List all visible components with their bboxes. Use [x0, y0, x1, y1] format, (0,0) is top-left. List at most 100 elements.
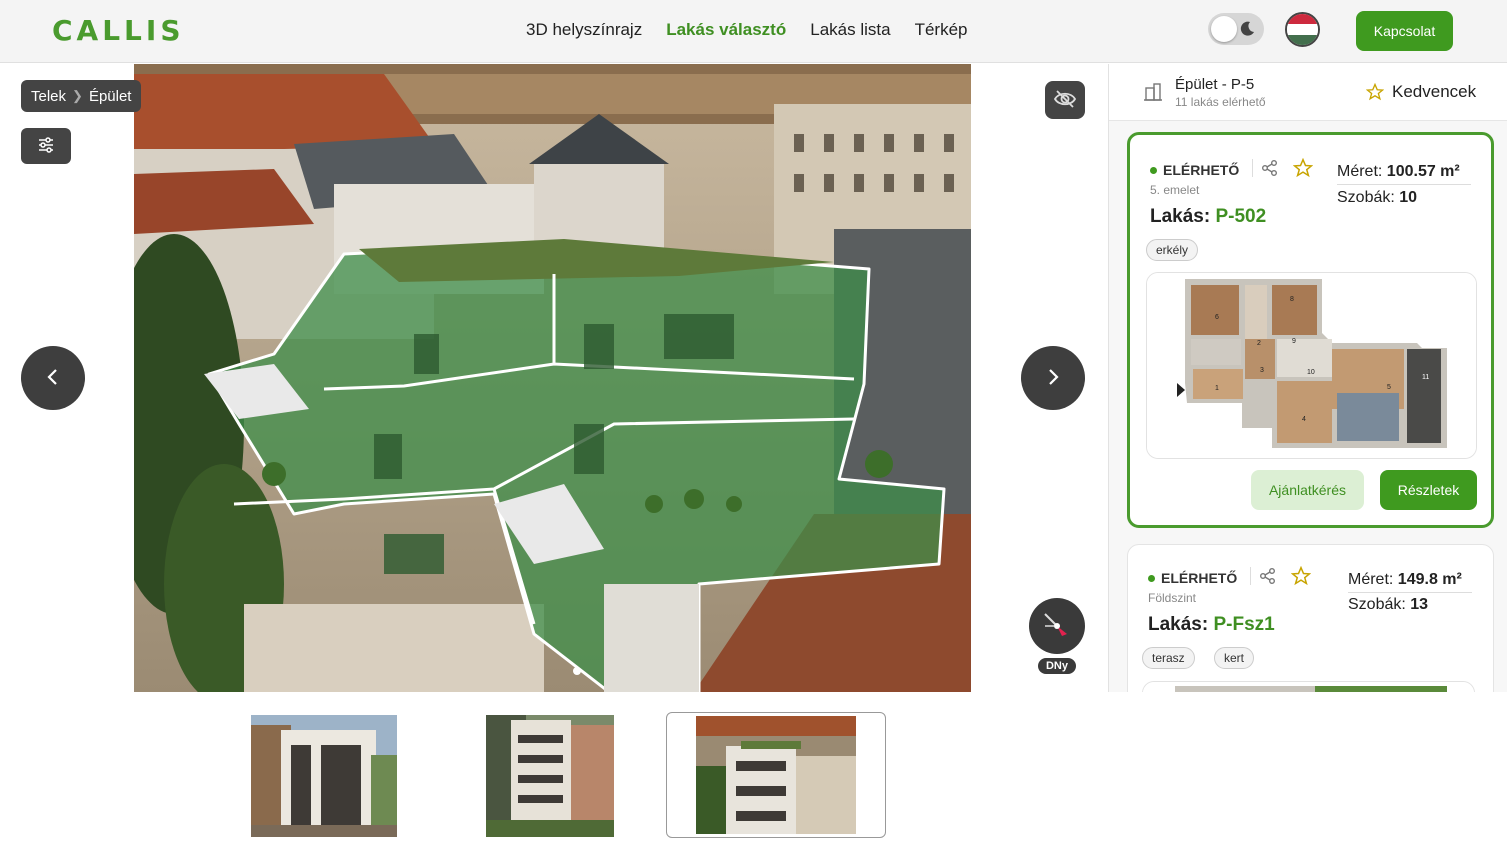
room-number-11: 11 — [1422, 374, 1429, 381]
status-label: ELÉRHETŐ — [1163, 162, 1240, 178]
chevron-right-icon — [1049, 368, 1059, 385]
chevron-right-icon: ❯ — [72, 88, 83, 103]
status-dot — [1148, 574, 1155, 582]
breadcrumb-plot[interactable]: Telek — [31, 88, 66, 105]
toggle-knob — [1211, 16, 1237, 42]
compass-icon — [1044, 613, 1067, 636]
rooms-spec: Szobák: 13 — [1348, 596, 1428, 614]
room-number-2: 2 — [1257, 340, 1261, 347]
thumbnail-view-1[interactable] — [251, 715, 397, 837]
size-label: Méret: — [1348, 571, 1394, 588]
floor-label: Földszint — [1148, 591, 1197, 605]
building-title: Épület - P-5 — [1175, 76, 1255, 93]
thumbnail-strip — [0, 692, 1108, 856]
rooms-label: Szobák: — [1337, 189, 1395, 206]
rooms-value: 10 — [1399, 189, 1418, 206]
room-number-10: 10 — [1307, 369, 1315, 376]
moon-icon — [1240, 21, 1254, 36]
size-spec: Méret: 149.8 m² — [1348, 571, 1462, 589]
apartment-code: Lakás: P-502 — [1150, 206, 1266, 228]
room-number-9: 9 — [1292, 338, 1296, 345]
main-nav: 3D helyszínrajz Lakás választó Lakás lis… — [526, 20, 967, 40]
panel-header: Épület - P-5 11 lakás elérhető Kedvencek — [1109, 64, 1507, 121]
favorites-button[interactable]: Kedvencek — [1366, 82, 1476, 102]
apartment-card-pfsz1[interactable]: ELÉRHETŐ Földszint Lakás: P-Fsz1 Méret: … — [1127, 544, 1494, 692]
language-flag-hungary[interactable] — [1285, 12, 1320, 47]
room-number-5: 5 — [1387, 384, 1391, 391]
apartment-code-value: P-Fsz1 — [1213, 614, 1275, 635]
nav-apartment-selector[interactable]: Lakás választó — [666, 20, 786, 40]
breadcrumb: Telek ❯ Épület — [21, 80, 142, 112]
floor-plan[interactable]: 1 2 3 4 5 6 8 9 10 11 — [1146, 272, 1477, 459]
apartment-code: Lakás: P-Fsz1 — [1148, 614, 1275, 636]
next-view-button[interactable] — [1021, 346, 1085, 410]
details-button[interactable]: Részletek — [1380, 470, 1477, 510]
contact-button[interactable]: Kapcsolat — [1356, 11, 1453, 51]
apartment-label: Lakás: — [1148, 614, 1209, 635]
floor-plan[interactable] — [1142, 681, 1475, 692]
floor-plan-image — [1143, 682, 1474, 692]
availability-status: ELÉRHETŐ — [1148, 570, 1237, 586]
favorites-label: Kedvencek — [1392, 82, 1477, 101]
render-image — [134, 64, 971, 692]
room-number-1: 1 — [1215, 385, 1219, 392]
rooms-spec: Szobák: 10 — [1337, 189, 1417, 207]
apartment-card-p502[interactable]: ELÉRHETŐ 5. emelet Lakás: P-502 Méret: 1… — [1127, 132, 1494, 528]
spec-divider — [1348, 592, 1472, 593]
building-icon — [1144, 83, 1162, 101]
chevron-left-icon — [47, 368, 57, 385]
thumbnail-image — [696, 716, 856, 834]
building-viewer: Telek ❯ Épület DNy — [0, 64, 1108, 692]
status-dot — [1150, 166, 1157, 174]
breadcrumb-building[interactable]: Épület — [89, 88, 132, 105]
apartment-panel: Épület - P-5 11 lakás elérhető Kedvencek… — [1108, 64, 1507, 692]
room-number-4: 4 — [1302, 416, 1306, 423]
share-icon[interactable] — [1261, 159, 1279, 177]
request-offer-button[interactable]: Ajánlatkérés — [1251, 470, 1364, 510]
top-header: CALLIS 3D helyszínrajz Lakás választó La… — [0, 0, 1507, 63]
dark-mode-toggle[interactable] — [1208, 13, 1264, 45]
building-3d-render[interactable] — [134, 64, 971, 692]
previous-view-button[interactable] — [21, 346, 85, 410]
divider — [1252, 159, 1253, 177]
room-number-3: 3 — [1260, 367, 1264, 374]
nav-apartment-list[interactable]: Lakás lista — [810, 20, 890, 40]
floor-label: 5. emelet — [1150, 183, 1200, 197]
size-value: 100.57 m² — [1386, 163, 1460, 180]
eye-off-icon — [1053, 89, 1077, 108]
rooms-value: 13 — [1410, 596, 1429, 613]
filter-icon — [39, 136, 53, 153]
size-value: 149.8 m² — [1397, 571, 1462, 588]
hide-overlay-button[interactable] — [1045, 81, 1085, 119]
floor-plan-image: 1 2 3 4 5 6 8 9 10 11 — [1147, 273, 1476, 458]
tag-balcony: erkély — [1146, 239, 1199, 261]
thumbnail-image — [486, 715, 614, 837]
status-label: ELÉRHETŐ — [1161, 570, 1238, 586]
callis-logo[interactable]: CALLIS — [52, 14, 185, 47]
size-spec: Méret: 100.57 m² — [1337, 163, 1460, 181]
nav-map[interactable]: Térkép — [915, 20, 968, 40]
tag-garden: kert — [1214, 647, 1255, 669]
thumbnail-image — [251, 715, 397, 837]
divider — [1250, 567, 1251, 585]
star-icon — [1366, 83, 1384, 101]
share-icon[interactable] — [1259, 567, 1277, 585]
thumbnail-view-2[interactable] — [486, 715, 614, 837]
tag-terrace: terasz — [1142, 647, 1195, 669]
availability-status: ELÉRHETŐ — [1150, 162, 1239, 178]
favorite-star-icon[interactable] — [1293, 158, 1313, 178]
room-number-8: 8 — [1290, 296, 1294, 303]
available-count: 11 lakás elérhető — [1175, 95, 1266, 109]
room-number-6: 6 — [1215, 314, 1219, 321]
compass-direction-label: DNy — [1038, 658, 1076, 674]
nav-3d-site-plan[interactable]: 3D helyszínrajz — [526, 20, 642, 40]
size-label: Méret: — [1337, 163, 1383, 180]
favorite-star-icon[interactable] — [1291, 566, 1311, 586]
thumbnail-view-3-selected[interactable] — [666, 712, 886, 838]
apartment-label: Lakás: — [1150, 206, 1211, 227]
spec-divider — [1337, 184, 1471, 185]
rooms-label: Szobák: — [1348, 596, 1406, 613]
filter-button[interactable] — [21, 128, 71, 164]
apartment-code-value: P-502 — [1215, 206, 1267, 227]
compass[interactable] — [1029, 598, 1085, 654]
